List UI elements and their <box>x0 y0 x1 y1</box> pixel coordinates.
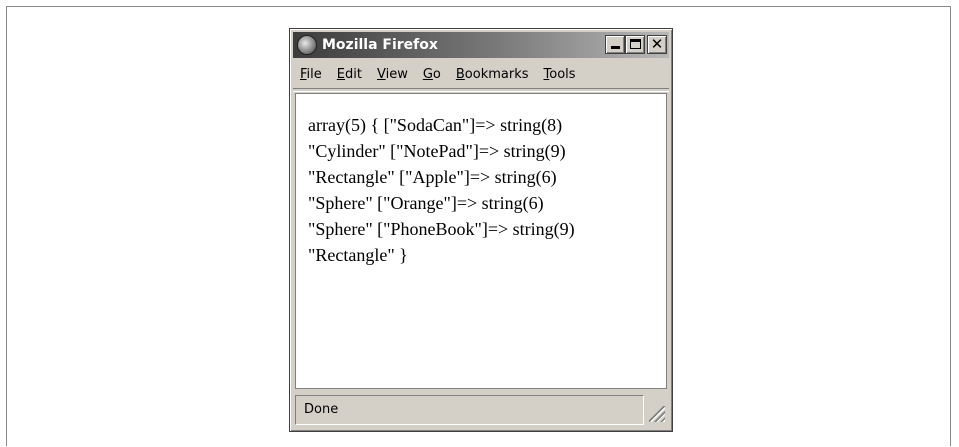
menu-bar: File Edit View Go Bookmarks Tools <box>293 61 669 87</box>
close-button[interactable]: ✕ <box>647 35 667 54</box>
page-content[interactable]: array(5) { ["SodaCan"]=> string(8) "Cyli… <box>295 93 667 389</box>
menu-go-label: o <box>432 66 441 82</box>
output-line: array(5) { ["SodaCan"]=> string(8) <box>308 115 563 135</box>
window-title: Mozilla Firefox <box>322 37 438 53</box>
status-text: Done <box>295 395 644 425</box>
menu-view[interactable]: View <box>377 67 408 82</box>
menu-divider <box>293 88 669 92</box>
output-line: "Rectangle" ["Apple"]=> string(6) <box>308 167 557 187</box>
output-line: "Sphere" ["PhoneBook"]=> string(9) <box>308 219 575 239</box>
resize-grip-icon[interactable] <box>649 406 665 422</box>
menu-edit[interactable]: Edit <box>337 67 362 82</box>
maximize-icon <box>630 39 641 49</box>
menu-tools[interactable]: Tools <box>544 67 576 82</box>
minimize-icon <box>611 46 620 49</box>
menu-file-label: ile <box>306 66 322 82</box>
menu-view-accel: V <box>376 66 386 82</box>
firefox-icon[interactable] <box>297 35 317 55</box>
minimize-button[interactable] <box>605 35 625 54</box>
menu-bookmarks-accel: B <box>455 66 465 82</box>
title-bar[interactable]: Mozilla Firefox ✕ <box>293 32 669 58</box>
menu-bookmarks[interactable]: Bookmarks <box>456 67 529 82</box>
window-controls: ✕ <box>605 35 667 54</box>
status-bar: Done <box>295 395 667 425</box>
output-line: "Sphere" ["Orange"]=> string(6) <box>308 193 544 213</box>
close-icon: ✕ <box>650 35 664 53</box>
output-line: "Rectangle" } <box>308 245 408 265</box>
menu-go-accel: G <box>422 66 433 82</box>
output-line: "Cylinder" ["NotePad"]=> string(9) <box>308 141 566 161</box>
menu-edit-accel: E <box>336 66 345 82</box>
menu-bookmarks-label: ookmarks <box>464 66 529 82</box>
menu-go[interactable]: Go <box>423 67 441 82</box>
menu-tools-label: ools <box>549 66 576 82</box>
maximize-button[interactable] <box>625 35 645 54</box>
browser-window: Mozilla Firefox ✕ File Edit View Go Book… <box>289 28 673 432</box>
menu-edit-label: dit <box>345 66 362 82</box>
menu-view-label: iew <box>385 66 408 82</box>
menu-file[interactable]: File <box>300 67 322 82</box>
